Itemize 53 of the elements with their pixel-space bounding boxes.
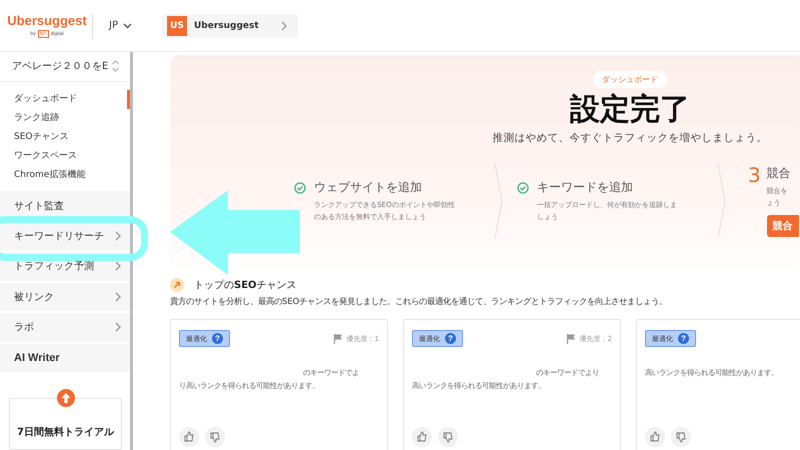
section-description: 貴方のサイトを分析し、最高のSEOチャンスを発見しました。これらの最適化を通じて、ランキングとトラフィックを向上させましょう。 [170,296,668,307]
sidebar-item[interactable]: ワークスペース [0,147,130,166]
check-circle-icon [517,182,529,194]
chevron-right-icon [114,322,122,332]
section-title: トップのSEOチャンス [194,278,297,292]
chevron-right-icon [114,292,122,302]
check-circle-icon [294,182,306,194]
hero-subtitle: 推測はやめて、今すぐトラフィックを増やしましょう。 [492,131,768,145]
project-selector[interactable]: US Ubersuggest [162,14,298,38]
sidebar-item[interactable]: Chrome拡張機能 [0,166,130,186]
step-separator-icon [717,163,726,239]
flag-icon [332,333,343,344]
sidebar-section[interactable]: 被リンク [0,282,130,312]
thumbs-up-icon[interactable] [179,427,199,447]
thumbs-up-icon[interactable] [645,427,665,447]
sidebar-section[interactable]: キーワードリサーチ [0,222,130,250]
thumbs-up-icon[interactable] [412,427,432,447]
help-icon[interactable]: ? [445,333,456,344]
thumbs-down-icon[interactable] [205,427,225,447]
sidebar-item[interactable]: ランク追跡 [0,109,130,128]
help-icon[interactable]: ? [678,333,689,344]
thumbs-down-icon[interactable] [438,427,458,447]
section-label: AI Writer [14,352,60,364]
help-icon[interactable]: ? [212,333,223,344]
chevron-right-icon [114,261,122,272]
language-dropdown[interactable]: JP [105,18,136,33]
flag-icon [566,333,576,344]
chevron-right-icon [280,20,288,30]
page-badge: ダッシュボード [593,71,667,88]
step-title: ウェブサイトを追加 [314,179,423,196]
chevron-right-icon [114,230,122,241]
sidebar-item[interactable]: ダッシュボード [0,90,130,110]
step-title: キーワードを追加 [537,179,634,196]
hero-title: 設定完了 [570,92,690,128]
sort-icon [111,60,120,72]
step-title: 競合 [766,165,792,182]
site-name: アベレージ２００をE [12,60,108,74]
thumbs-down-icon[interactable] [671,427,691,447]
sidebar-section[interactable]: ラボ [0,313,130,342]
section-label: キーワードリサーチ [14,230,104,243]
section-label: 被リンク [14,290,54,304]
caret-down-icon [122,22,132,29]
project-name: Ubersuggest [194,20,260,30]
project-avatar: US [166,16,187,36]
site-select[interactable]: アベレージ２００をE [0,52,130,82]
sidebar-item[interactable]: SEOチャンス [0,128,130,148]
section-label: サイト監査 [14,200,64,212]
step-number: 3 [748,165,761,185]
section-label: トラフィック予測 [14,260,94,274]
trial-label: 7日間無料トライアル [17,426,114,439]
sidebar-section[interactable]: AI Writer [0,344,130,372]
step-separator-icon [494,163,503,239]
section-label: ラボ [14,321,34,334]
